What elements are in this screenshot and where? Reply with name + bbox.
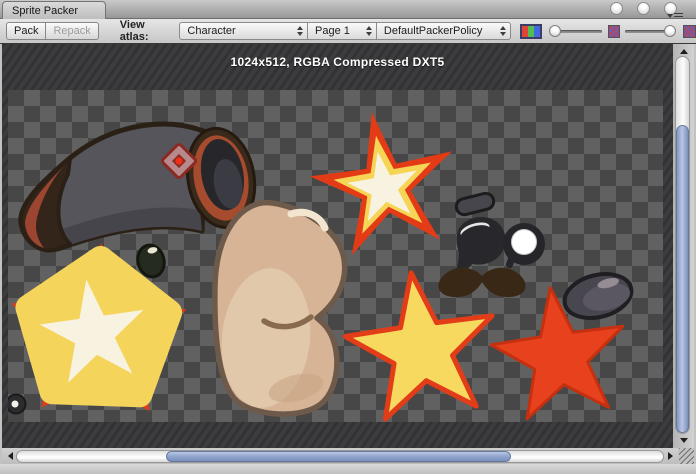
atlas-texture[interactable] <box>8 90 663 422</box>
checker-swatch-icon <box>608 25 621 38</box>
alpha-slider-knob[interactable] <box>549 25 561 37</box>
bean-character-sprite <box>215 203 345 414</box>
right-arrow-icon <box>668 452 677 460</box>
horizontal-scroll-track[interactable] <box>16 450 664 463</box>
tab-bar: Sprite Packer <box>0 0 696 19</box>
up-arrow-icon <box>680 45 688 54</box>
alpha-slider[interactable] <box>550 30 602 33</box>
vertical-scroll-track[interactable] <box>675 56 690 434</box>
eyebrow-sprite <box>455 192 496 217</box>
sprite-packer-window: Sprite Packer Pack Repack View atlas: Ch… <box>0 0 696 474</box>
policy-dropdown[interactable]: DefaultPackerPolicy <box>377 22 511 40</box>
vertical-scroll-thumb[interactable] <box>676 125 689 433</box>
stripes-swatch-icon <box>683 25 696 38</box>
popup-arrows-icon <box>366 23 372 39</box>
atlas-preview-area[interactable]: 1024x512, RGBA Compressed DXT5 <box>2 44 673 448</box>
scroll-left-button[interactable] <box>2 448 16 464</box>
down-arrow-icon <box>680 438 688 447</box>
repack-button[interactable]: Repack <box>46 22 98 40</box>
repack-button-label: Repack <box>53 25 90 37</box>
window-button-icon[interactable] <box>610 2 623 15</box>
policy-dropdown-value: DefaultPackerPolicy <box>384 25 496 37</box>
tab-title: Sprite Packer <box>12 5 78 17</box>
horizontal-scrollbar[interactable] <box>2 448 678 464</box>
left-arrow-icon <box>4 452 13 460</box>
eye-sprite <box>455 217 505 271</box>
tab-sprite-packer[interactable]: Sprite Packer <box>2 1 106 19</box>
atlas-sprites <box>8 90 663 422</box>
mip-slider-knob[interactable] <box>664 25 676 37</box>
scroll-down-button[interactable] <box>673 435 694 447</box>
scroll-right-button[interactable] <box>664 448 678 464</box>
atlas-info-label: 1024x512, RGBA Compressed DXT5 <box>2 55 673 69</box>
jellybean-sprite <box>560 267 636 324</box>
yellow-star-sprite <box>345 273 492 419</box>
window-button-icon[interactable] <box>637 2 650 15</box>
monocle-sprite <box>503 223 545 269</box>
popup-arrows-icon <box>297 23 303 39</box>
resize-grip[interactable] <box>679 448 694 464</box>
pack-button[interactable]: Pack <box>6 22 46 40</box>
button-eye-sprite <box>8 395 26 414</box>
view-atlas-label: View atlas: <box>120 19 175 43</box>
mustache-sprite <box>438 268 525 297</box>
atlas-dropdown-value: Character <box>187 25 293 37</box>
page-dropdown-value: Page 1 <box>315 25 362 37</box>
rgb-channels-button[interactable] <box>520 24 541 39</box>
mip-slider[interactable] <box>625 30 675 33</box>
toolbar: Pack Repack View atlas: Character Page 1… <box>0 19 696 44</box>
pack-button-label: Pack <box>14 25 38 37</box>
scroll-up-button[interactable] <box>673 44 694 56</box>
page-dropdown[interactable]: Page 1 <box>308 22 377 40</box>
window-bottom-strip <box>0 464 696 474</box>
popup-arrows-icon <box>500 23 506 39</box>
horizontal-scroll-thumb[interactable] <box>166 451 512 462</box>
atlas-dropdown[interactable]: Character <box>179 22 308 40</box>
vertical-scrollbar[interactable] <box>673 44 694 448</box>
